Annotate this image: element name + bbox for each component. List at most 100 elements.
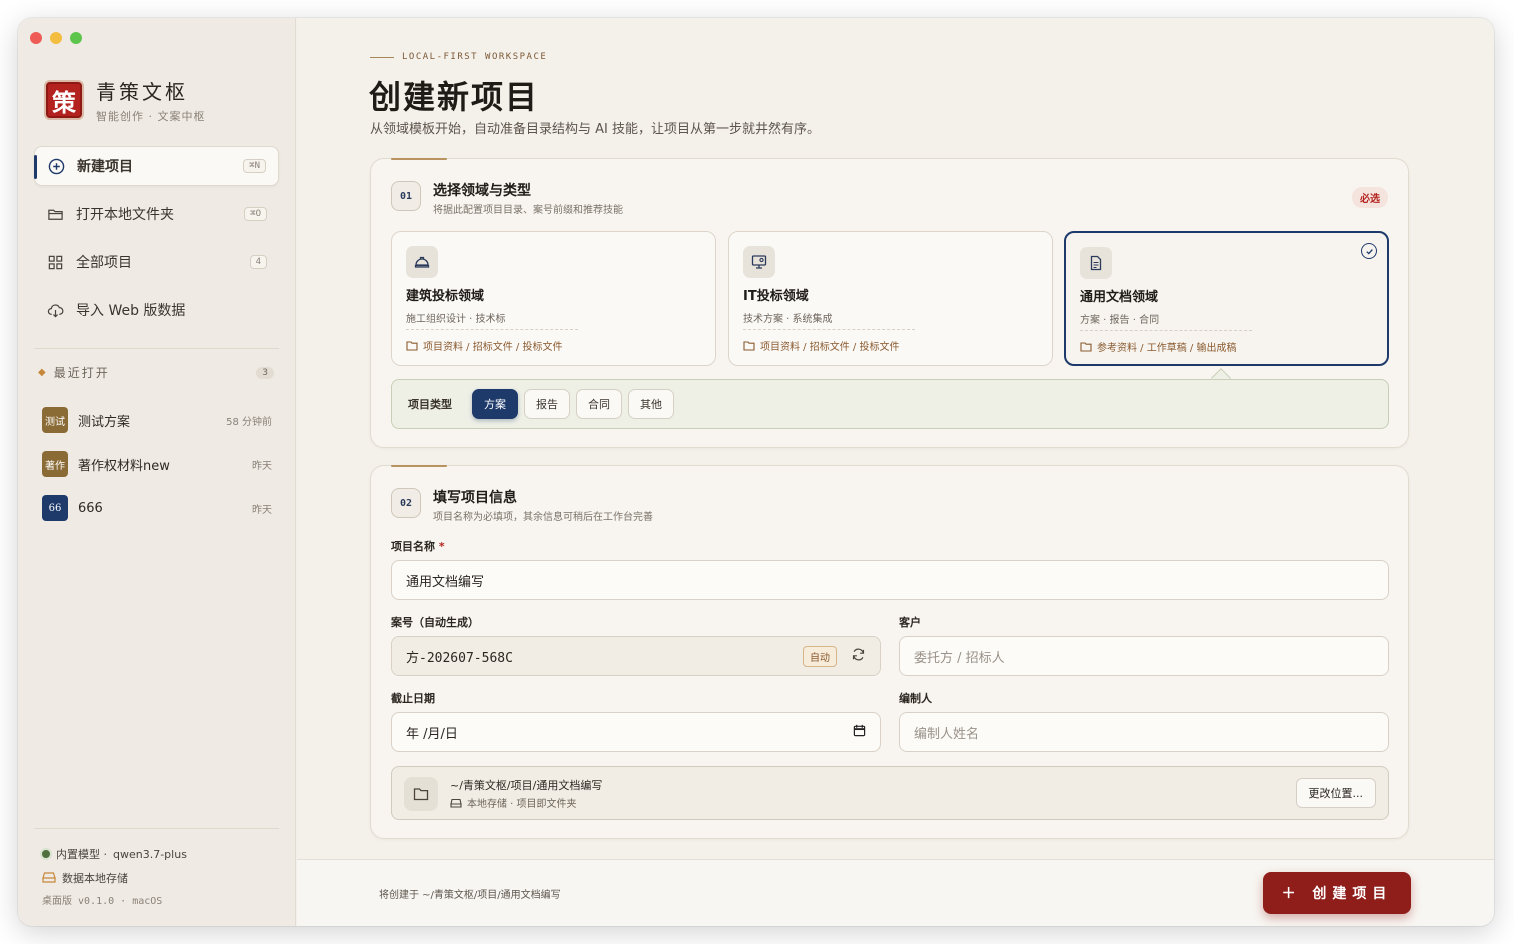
bottom-action-bar: 将创建于 ~/青策文枢/项目/通用文档编写 ＋ 创建项目 [297,859,1494,926]
domain-name: 通用文档领域 [1080,290,1159,305]
calendar-icon[interactable] [853,724,866,741]
domain-card-general[interactable]: 通用文档领域 方案 · 报告 · 合同 参考资料 / 工作草稿 / 输出成稿 [1064,231,1389,366]
close-window-button[interactable] [30,32,42,44]
divider [34,348,279,349]
required-badge: 必选 [1352,187,1388,208]
plus-circle-icon [47,157,65,175]
project-name: 666 [78,500,103,516]
required-mark: * [438,540,445,553]
step2-card: 02 填写项目信息 项目名称为必填项，其余信息可稍后在工作台完善 项目名称 * … [370,465,1409,839]
project-name-input[interactable]: 通用文档编写 [391,560,1389,600]
author-input[interactable]: 编制人姓名 [899,712,1389,752]
recent-count-badge: 3 [256,366,274,379]
date-value: 年 /月/日 [406,726,458,742]
divider [1080,330,1252,331]
zoom-window-button[interactable] [70,32,82,44]
input-placeholder: 委托方 / 招标人 [914,650,1005,666]
monitor-icon [743,246,775,278]
label-text: 项目名称 [391,540,435,553]
type-chip-contract[interactable]: 合同 [576,389,622,419]
model-status: 内置模型 · qwen3.7-plus [42,842,187,866]
domain-folders: 项目资料 / 招标文件 / 投标文件 [743,338,899,353]
nav-import-web[interactable]: 导入 Web 版数据 [34,290,279,330]
input-value: 通用文档编写 [406,574,485,590]
project-name: 著作权材料new [78,458,170,474]
deadline-date-input[interactable]: 年 /月/日 [391,712,881,752]
client-input[interactable]: 委托方 / 招标人 [899,636,1389,676]
domain-tags: 施工组织设计 · 技术标 [406,314,506,325]
domain-card-construction[interactable]: 建筑投标领域 施工组织设计 · 技术标 项目资料 / 招标文件 / 投标文件 [391,231,716,366]
folder-icon [1080,341,1092,352]
deadline-label: 截止日期 [391,692,435,705]
step-title: 选择领域与类型 [433,183,531,199]
step-description: 项目名称为必填项，其余信息可稍后在工作台完善 [433,512,653,523]
version-text: 桌面版 v0.1.0 · macOS [42,896,163,907]
list-item[interactable]: 测试 测试方案 58 分钟前 [42,398,272,442]
domain-card-it[interactable]: IT投标领域 技术方案 · 系统集成 项目资料 / 招标文件 / 投标文件 [728,231,1053,366]
page-title: 创建新项目 [369,78,540,116]
step-title: 填写项目信息 [433,490,517,506]
project-avatar: 著作 [42,451,68,477]
nav-open-folder[interactable]: 打开本地文件夹 ⌘O [34,194,279,234]
list-item[interactable]: 著作 著作权材料new 昨天 [42,442,272,486]
case-number-field[interactable]: 方-202607-568C 自动 [391,636,881,676]
domain-name: IT投标领域 [743,289,809,304]
nav-all-projects[interactable]: 全部项目 4 [34,242,279,282]
minimize-window-button[interactable] [50,32,62,44]
step-number: 02 [391,488,421,518]
nav-label: 新建项目 [77,159,133,175]
page-subtitle: 从领域模板开始，自动准备目录结构与 AI 技能，让项目从第一步就井然有序。 [370,122,820,137]
project-avatar: 测试 [42,407,68,433]
type-chip-report[interactable]: 报告 [524,389,570,419]
status-dot [42,850,50,858]
step-description: 将据此配置项目目录、案号前缀和推荐技能 [433,205,623,216]
change-location-button[interactable]: 更改位置... [1295,778,1376,808]
folder-icon [406,340,418,351]
client-label: 客户 [899,616,921,629]
project-type-bar: 项目类型 方案 报告 合同 其他 [391,379,1389,429]
domain-tags: 方案 · 报告 · 合同 [1080,315,1160,326]
storage-label: 数据本地存储 [62,872,128,885]
storage-status: 数据本地存储 [42,866,187,890]
project-name: 测试方案 [78,414,131,430]
create-project-button[interactable]: ＋ 创建项目 [1263,872,1411,914]
list-item[interactable]: 66 666 昨天 [42,486,272,530]
brand-title: 青策文枢 [96,80,188,104]
project-time: 昨天 [252,460,272,472]
helmet-icon [406,246,438,278]
sidebar-footer: 内置模型 · qwen3.7-plus 数据本地存储 桌面版 v0.1.0 · … [42,842,187,907]
recent-heading: ◆ 最近打开 3 [38,364,274,381]
drive-icon [42,871,56,886]
recent-list: 测试 测试方案 58 分钟前 著作 著作权材料new 昨天 66 666 昨天 [42,398,272,530]
model-name: qwen3.7-plus [113,847,187,861]
folder-text: 参考资料 / 工作草稿 / 输出成稿 [1097,343,1237,354]
auto-badge: 自动 [803,645,837,667]
author-label: 编制人 [899,692,932,705]
project-time: 58 分钟前 [226,416,272,428]
project-avatar: 66 [42,495,68,521]
model-label: 内置模型 · [56,848,107,861]
type-label: 项目类型 [408,398,452,411]
type-chip-other[interactable]: 其他 [628,389,674,419]
folder-text: 项目资料 / 招标文件 / 投标文件 [760,342,900,353]
input-placeholder: 编制人姓名 [914,726,980,742]
divider [34,828,279,829]
brand: 策 青策文枢 智能创作 · 文案中枢 [44,76,206,124]
folder-icon [404,777,438,811]
nav-label: 打开本地文件夹 [76,207,174,223]
location-subtitle: 本地存储 · 项目即文件夹 [450,795,577,810]
diamond-icon: ◆ [38,367,48,378]
grid-icon [46,253,64,271]
refresh-icon[interactable] [851,647,866,666]
type-chip-plan[interactable]: 方案 [472,389,518,419]
domain-folders: 项目资料 / 招标文件 / 投标文件 [406,338,562,353]
brand-subtitle: 智能创作 · 文案中枢 [96,110,206,123]
will-create-path: 将创建于 ~/青策文枢/项目/通用文档编写 [379,890,561,901]
case-number-value: 方-202607-568C [406,650,513,666]
nav-new-project[interactable]: 新建项目 ⌘N [34,146,279,186]
app-window: 策 青策文枢 智能创作 · 文案中枢 新建项目 ⌘N 打开本地文件夹 ⌘O 全部… [18,18,1494,926]
nav-label: 导入 Web 版数据 [76,303,186,319]
recent-heading-label: 最近打开 [53,366,110,380]
drive-icon [450,798,462,808]
location-sub-text: 本地存储 · 项目即文件夹 [467,799,577,810]
